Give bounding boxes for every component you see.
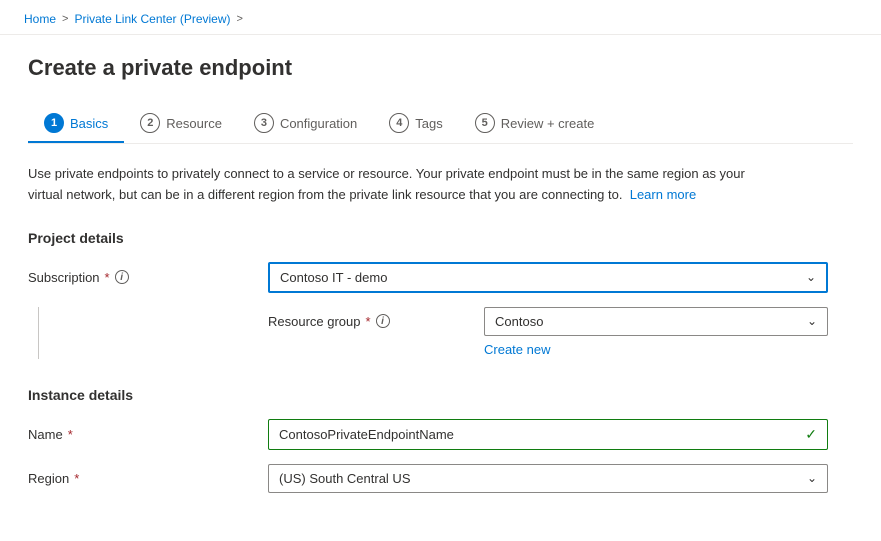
tab-basics-number: 1 [44, 113, 64, 133]
subscription-info-icon[interactable]: i [115, 270, 129, 284]
region-field: (US) South Central US ⌄ [268, 464, 828, 493]
tab-basics-label: Basics [70, 116, 108, 131]
name-row: Name * ContosoPrivateEndpointName ✓ [28, 419, 853, 450]
tab-resource-number: 2 [140, 113, 160, 133]
subscription-required: * [105, 270, 110, 285]
subscription-row: Subscription * i Contoso IT - demo ⌄ [28, 262, 853, 293]
subscription-dropdown[interactable]: Contoso IT - demo ⌄ [268, 262, 828, 293]
page-content: Create a private endpoint 1 Basics 2 Res… [0, 35, 881, 541]
name-check-icon: ✓ [805, 426, 817, 443]
breadcrumb-sep2: > [237, 13, 243, 25]
resource-group-dropdown[interactable]: Contoso ⌄ [484, 307, 828, 336]
tab-configuration[interactable]: 3 Configuration [238, 105, 373, 143]
region-value: (US) South Central US [279, 471, 411, 486]
region-required: * [74, 471, 79, 486]
breadcrumb: Home > Private Link Center (Preview) > [0, 0, 881, 35]
subscription-field: Contoso IT - demo ⌄ [268, 262, 828, 293]
region-label: Region * [28, 471, 268, 486]
tab-review-create[interactable]: 5 Review + create [459, 105, 611, 143]
name-required: * [68, 427, 73, 442]
instance-details-title: Instance details [28, 387, 853, 403]
tab-basics[interactable]: 1 Basics [28, 105, 124, 143]
region-chevron-icon: ⌄ [807, 471, 817, 485]
description-text: Use private endpoints to privately conne… [28, 164, 778, 206]
tab-resource-label: Resource [166, 116, 222, 131]
page-title: Create a private endpoint [28, 55, 853, 81]
tab-review-number: 5 [475, 113, 495, 133]
region-row: Region * (US) South Central US ⌄ [28, 464, 853, 493]
breadcrumb-sep1: > [62, 13, 68, 25]
name-input[interactable]: ContosoPrivateEndpointName ✓ [268, 419, 828, 450]
tab-review-label: Review + create [501, 116, 595, 131]
breadcrumb-private-link[interactable]: Private Link Center (Preview) [74, 12, 230, 26]
instance-details-section: Instance details Name * ContosoPrivateEn… [28, 387, 853, 493]
region-dropdown[interactable]: (US) South Central US ⌄ [268, 464, 828, 493]
resource-group-required: * [366, 314, 371, 329]
tab-tags-label: Tags [415, 116, 442, 131]
create-new-link[interactable]: Create new [484, 342, 550, 357]
project-details-title: Project details [28, 230, 853, 246]
breadcrumb-home[interactable]: Home [24, 12, 56, 26]
resource-group-chevron-icon: ⌄ [807, 314, 817, 328]
subscription-value: Contoso IT - demo [280, 270, 387, 285]
name-value: ContosoPrivateEndpointName [279, 427, 454, 442]
tab-tags-number: 4 [389, 113, 409, 133]
tab-tags[interactable]: 4 Tags [373, 105, 458, 143]
name-field: ContosoPrivateEndpointName ✓ [268, 419, 828, 450]
project-details-section: Project details Subscription * i Contoso… [28, 230, 853, 359]
resource-group-info-icon[interactable]: i [376, 314, 390, 328]
subscription-chevron-icon: ⌄ [806, 270, 816, 284]
tab-configuration-label: Configuration [280, 116, 357, 131]
resource-group-field: Contoso ⌄ [484, 307, 828, 336]
resource-group-value: Contoso [495, 314, 543, 329]
learn-more-link[interactable]: Learn more [630, 187, 696, 202]
tab-resource[interactable]: 2 Resource [124, 105, 238, 143]
subscription-label: Subscription * i [28, 270, 268, 285]
resource-group-label: Resource group * i [268, 314, 484, 329]
tab-configuration-number: 3 [254, 113, 274, 133]
resource-group-row: Resource group * i Contoso ⌄ [268, 307, 828, 336]
name-label: Name * [28, 427, 268, 442]
tabs-bar: 1 Basics 2 Resource 3 Configuration 4 Ta… [28, 105, 853, 144]
